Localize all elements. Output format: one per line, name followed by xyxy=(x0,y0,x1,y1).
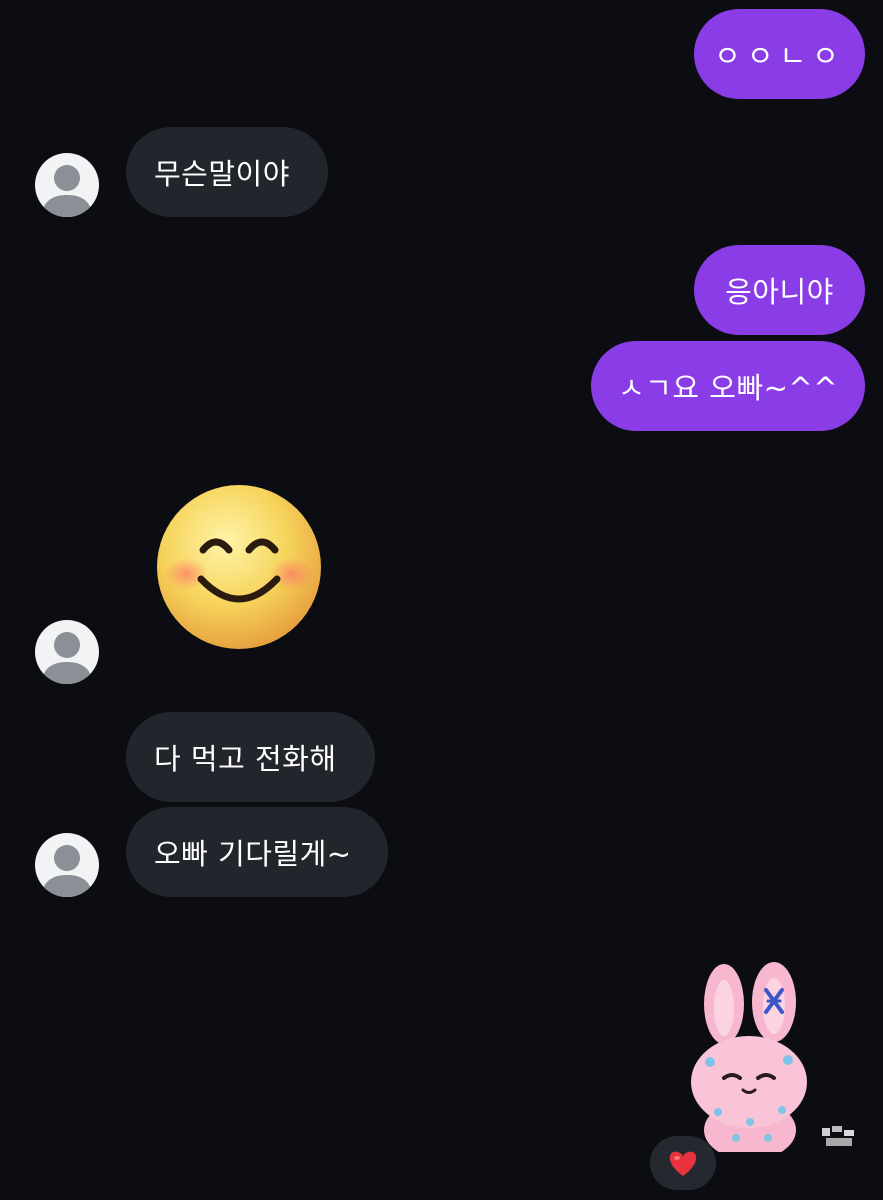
default-person-icon xyxy=(41,845,93,897)
avatar[interactable] xyxy=(35,833,99,897)
message-text: ㅇㅇㄴㅇ xyxy=(714,39,845,73)
sent-message-bubble[interactable]: ㅇㅇㄴㅇ xyxy=(694,9,865,99)
message-text: ㅅㄱ요 오빠~^^ xyxy=(618,371,839,405)
default-person-icon xyxy=(41,165,93,217)
received-message-bubble[interactable]: 오빠 기다릴게~ xyxy=(126,807,388,897)
default-person-icon xyxy=(41,632,93,684)
message-text: 응아니야 xyxy=(725,275,834,309)
red-heart-icon xyxy=(669,1151,697,1176)
reaction-badge[interactable] xyxy=(650,1136,716,1190)
message-text: 무슨말이야 xyxy=(154,157,290,191)
received-message-bubble[interactable]: 다 먹고 전화해 xyxy=(126,712,375,802)
avatar[interactable] xyxy=(35,153,99,217)
sent-message-bubble[interactable]: 응아니야 xyxy=(694,245,865,335)
smiling-face-with-blush-icon xyxy=(157,485,321,649)
received-message-bubble[interactable]: 무슨말이야 xyxy=(126,127,328,217)
sticker-watermark-icon xyxy=(820,1122,858,1152)
sent-message-bubble[interactable]: ㅅㄱ요 오빠~^^ xyxy=(591,341,865,431)
avatar[interactable] xyxy=(35,620,99,684)
bunny-sticker[interactable] xyxy=(688,962,810,1160)
smiling-face-sticker[interactable] xyxy=(156,484,322,650)
message-text: 다 먹고 전화해 xyxy=(154,742,337,776)
message-text: 오빠 기다릴게~ xyxy=(154,837,352,871)
pink-bunny-icon xyxy=(691,962,807,1160)
